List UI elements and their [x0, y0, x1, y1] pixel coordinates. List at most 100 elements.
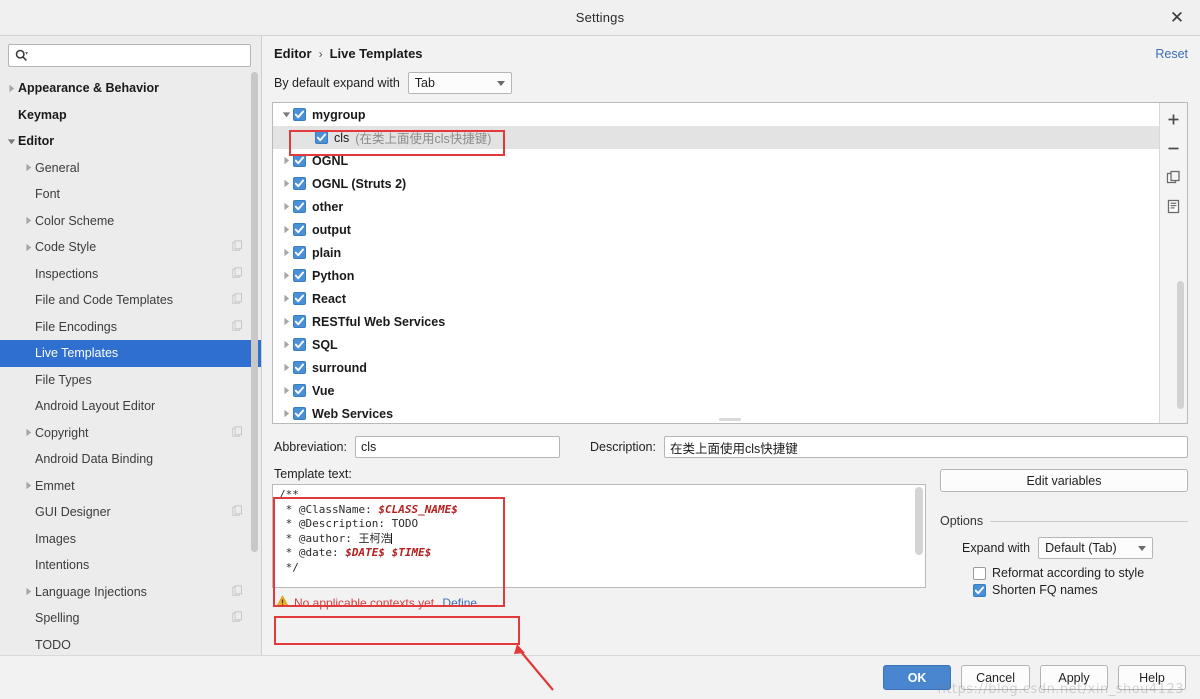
chevron-right-icon[interactable]	[279, 179, 293, 188]
reset-link[interactable]: Reset	[1155, 47, 1188, 61]
sidebar-item-language-injections[interactable]: Language Injections	[0, 579, 261, 606]
sidebar-item-android-layout-editor[interactable]: Android Layout Editor	[0, 393, 261, 420]
chevron-right-icon[interactable]	[279, 225, 293, 234]
sidebar-item-appearance-behavior[interactable]: Appearance & Behavior	[0, 75, 261, 102]
sidebar-item-spelling[interactable]: Spelling	[0, 605, 261, 632]
template-group-row[interactable]: cls (在类上面使用cls快捷键)	[273, 126, 1159, 149]
sidebar-item-file-encodings[interactable]: File Encodings	[0, 314, 261, 341]
templates-list-scrollbar[interactable]	[1177, 281, 1184, 409]
chevron-down-icon[interactable]	[279, 110, 293, 119]
template-group-row[interactable]: Web Services	[273, 402, 1159, 423]
sidebar-item-font[interactable]: Font	[0, 181, 261, 208]
remove-template-button[interactable]	[1164, 138, 1184, 158]
add-template-button[interactable]	[1164, 109, 1184, 129]
sidebar-item-todo[interactable]: TODO	[0, 632, 261, 656]
template-enabled-checkbox[interactable]	[293, 384, 306, 397]
template-enabled-checkbox[interactable]	[315, 131, 328, 144]
template-group-row[interactable]: Python	[273, 264, 1159, 287]
close-icon[interactable]: ✕	[1164, 5, 1190, 31]
cancel-button[interactable]: Cancel	[961, 665, 1030, 690]
help-button[interactable]: Help	[1118, 665, 1186, 690]
reformat-checkbox[interactable]	[973, 566, 986, 580]
shorten-option-row[interactable]: Shorten FQ names	[940, 583, 1188, 597]
sidebar-item-images[interactable]: Images	[0, 526, 261, 553]
template-enabled-checkbox[interactable]	[293, 200, 306, 213]
sidebar-item-android-data-binding[interactable]: Android Data Binding	[0, 446, 261, 473]
copy-settings-button[interactable]	[1164, 196, 1184, 216]
sidebar-item-general[interactable]: General	[0, 155, 261, 182]
template-enabled-checkbox[interactable]	[293, 407, 306, 420]
edit-variables-button[interactable]: Edit variables	[940, 469, 1188, 492]
chevron-right-icon[interactable]	[279, 340, 293, 349]
templates-list-resize-grip[interactable]	[719, 418, 741, 421]
chevron-right-icon[interactable]	[279, 294, 293, 303]
sidebar-item-editor[interactable]: Editor	[0, 128, 261, 155]
chevron-right-icon[interactable]	[22, 428, 35, 437]
template-enabled-checkbox[interactable]	[293, 246, 306, 259]
ok-button[interactable]: OK	[883, 665, 952, 690]
sidebar-item-copyright[interactable]: Copyright	[0, 420, 261, 447]
chevron-right-icon[interactable]	[279, 156, 293, 165]
shorten-fq-checkbox[interactable]	[973, 583, 986, 597]
sidebar-item-inspections[interactable]: Inspections	[0, 261, 261, 288]
chevron-right-icon[interactable]	[279, 317, 293, 326]
template-enabled-checkbox[interactable]	[293, 154, 306, 167]
templates-tree[interactable]: mygroup cls (在类上面使用cls快捷键) OGNL OGNL (Struts…	[273, 103, 1159, 423]
template-text-scrollbar[interactable]	[915, 487, 923, 555]
chevron-right-icon[interactable]	[279, 202, 293, 211]
template-group-row[interactable]: output	[273, 218, 1159, 241]
duplicate-template-button[interactable]	[1164, 167, 1184, 187]
template-enabled-checkbox[interactable]	[293, 292, 306, 305]
chevron-down-icon[interactable]	[5, 137, 18, 146]
template-enabled-checkbox[interactable]	[293, 338, 306, 351]
expand-with-select[interactable]: Default (Tab)	[1038, 537, 1154, 559]
sidebar-item-keymap[interactable]: Keymap	[0, 102, 261, 129]
default-expand-select[interactable]: Tab	[407, 72, 512, 94]
template-text-content[interactable]: /** * @ClassName: $CLASS_NAME$ * @Descri…	[273, 485, 925, 587]
template-group-row[interactable]: Vue	[273, 379, 1159, 402]
template-group-row[interactable]: surround	[273, 356, 1159, 379]
template-group-row[interactable]: OGNL (Struts 2)	[273, 172, 1159, 195]
sidebar-item-file-and-code-templates[interactable]: File and Code Templates	[0, 287, 261, 314]
template-enabled-checkbox[interactable]	[293, 269, 306, 282]
apply-button[interactable]: Apply	[1040, 665, 1108, 690]
chevron-right-icon[interactable]	[5, 84, 18, 93]
breadcrumb-parent[interactable]: Editor	[274, 46, 312, 61]
chevron-right-icon[interactable]	[279, 409, 293, 418]
sidebar-tree[interactable]: Appearance & Behavior Keymap Editor General…	[0, 73, 261, 655]
sidebar-item-emmet[interactable]: Emmet	[0, 473, 261, 500]
sidebar-item-code-style[interactable]: Code Style	[0, 234, 261, 261]
chevron-right-icon[interactable]	[22, 243, 35, 252]
template-group-row[interactable]: other	[273, 195, 1159, 218]
chevron-right-icon[interactable]	[22, 481, 35, 490]
template-group-row[interactable]: plain	[273, 241, 1159, 264]
reformat-option-row[interactable]: Reformat according to style	[940, 566, 1188, 580]
define-context-link[interactable]: Define	[442, 596, 477, 610]
sidebar-item-gui-designer[interactable]: GUI Designer	[0, 499, 261, 526]
template-group-row[interactable]: SQL	[273, 333, 1159, 356]
chevron-right-icon[interactable]	[279, 271, 293, 280]
chevron-right-icon[interactable]	[279, 386, 293, 395]
template-enabled-checkbox[interactable]	[293, 177, 306, 190]
description-input[interactable]: 在类上面使用cls快捷键	[663, 436, 1188, 458]
sidebar-scrollbar[interactable]	[251, 72, 258, 552]
template-group-row[interactable]: RESTful Web Services	[273, 310, 1159, 333]
template-group-row[interactable]: OGNL	[273, 149, 1159, 172]
template-group-row[interactable]: React	[273, 287, 1159, 310]
template-enabled-checkbox[interactable]	[293, 223, 306, 236]
sidebar-item-intentions[interactable]: Intentions	[0, 552, 261, 579]
search-box[interactable]	[8, 44, 251, 67]
sidebar-item-live-templates[interactable]: Live Templates	[0, 340, 261, 367]
chevron-right-icon[interactable]	[22, 216, 35, 225]
chevron-right-icon[interactable]	[279, 248, 293, 257]
sidebar-item-color-scheme[interactable]: Color Scheme	[0, 208, 261, 235]
template-group-row[interactable]: mygroup	[273, 103, 1159, 126]
chevron-right-icon[interactable]	[22, 587, 35, 596]
chevron-right-icon[interactable]	[22, 163, 35, 172]
sidebar-item-file-types[interactable]: File Types	[0, 367, 261, 394]
chevron-right-icon[interactable]	[279, 363, 293, 372]
template-enabled-checkbox[interactable]	[293, 108, 306, 121]
template-enabled-checkbox[interactable]	[293, 361, 306, 374]
abbreviation-input[interactable]: cls	[354, 436, 560, 458]
search-input[interactable]	[31, 45, 244, 66]
